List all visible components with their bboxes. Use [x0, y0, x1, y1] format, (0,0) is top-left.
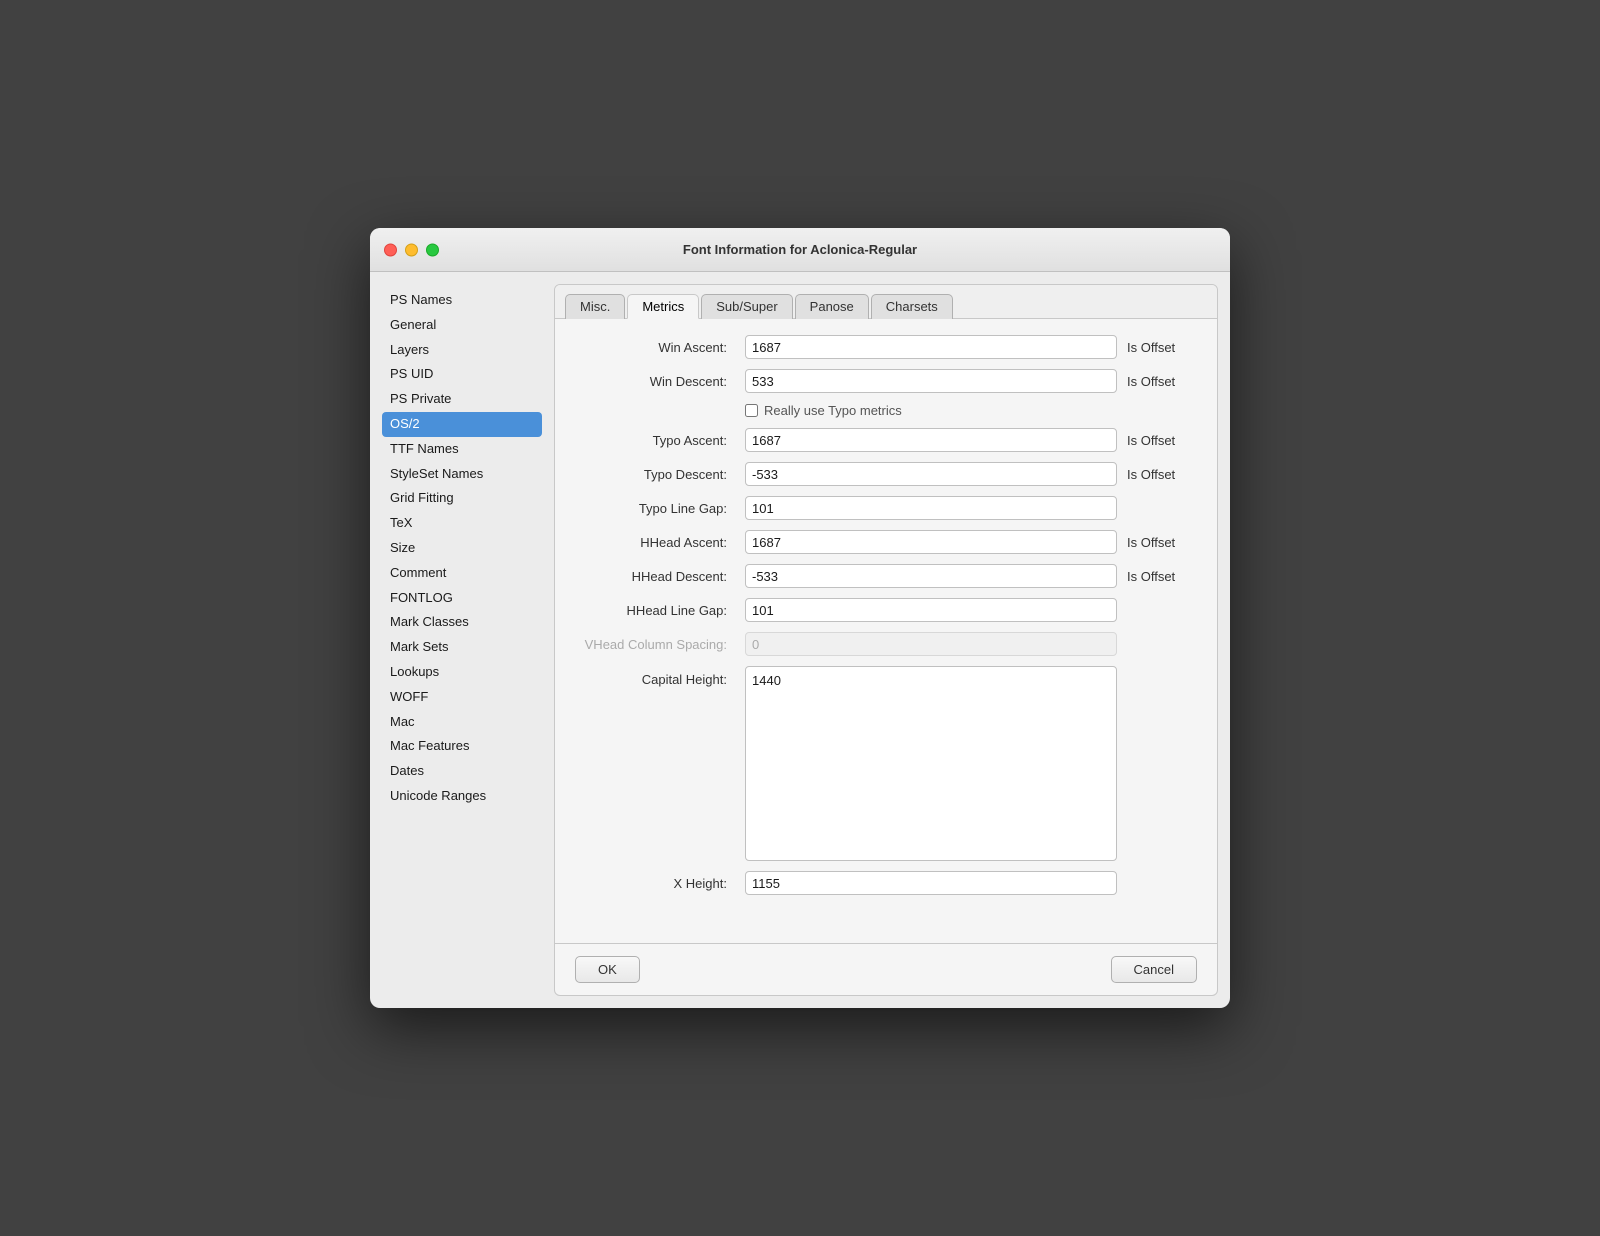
- sidebar-item-ps-private[interactable]: PS Private: [382, 387, 542, 412]
- sidebar-item-size[interactable]: Size: [382, 536, 542, 561]
- vhead-col-spacing-input[interactable]: [745, 632, 1117, 656]
- tab-subsuper[interactable]: Sub/Super: [701, 294, 792, 319]
- really-use-typo-checkbox[interactable]: [745, 404, 758, 417]
- sidebar-item-general[interactable]: General: [382, 313, 542, 338]
- sidebar-item-unicode-ranges[interactable]: Unicode Ranges: [382, 784, 542, 809]
- content-area: Win Ascent: Is Offset Win Descent: Is Of…: [555, 319, 1217, 943]
- tab-misc[interactable]: Misc.: [565, 294, 625, 319]
- typo-ascent-row: Typo Ascent: Is Offset: [575, 428, 1197, 452]
- x-height-row: X Height:: [575, 871, 1197, 895]
- typo-line-gap-input[interactable]: [745, 496, 1117, 520]
- hhead-ascent-input[interactable]: [745, 530, 1117, 554]
- sidebar-item-grid-fitting[interactable]: Grid Fitting: [382, 486, 542, 511]
- sidebar-item-woff[interactable]: WOFF: [382, 685, 542, 710]
- hhead-line-gap-input[interactable]: [745, 598, 1117, 622]
- sidebar-item-tex[interactable]: TeX: [382, 511, 542, 536]
- sidebar-item-mac[interactable]: Mac: [382, 710, 542, 735]
- sidebar-item-styleset-names[interactable]: StyleSet Names: [382, 462, 542, 487]
- sidebar-item-mark-classes[interactable]: Mark Classes: [382, 610, 542, 635]
- sidebar-item-ttf-names[interactable]: TTF Names: [382, 437, 542, 462]
- sidebar: PS Names General Layers PS UID PS Privat…: [382, 284, 542, 996]
- hhead-ascent-offset: Is Offset: [1127, 535, 1197, 550]
- typo-descent-offset: Is Offset: [1127, 467, 1197, 482]
- win-ascent-input[interactable]: [745, 335, 1117, 359]
- win-descent-input[interactable]: [745, 369, 1117, 393]
- really-use-typo-label: Really use Typo metrics: [764, 403, 902, 418]
- hhead-ascent-row: HHead Ascent: Is Offset: [575, 530, 1197, 554]
- tab-panose[interactable]: Panose: [795, 294, 869, 319]
- typo-ascent-offset: Is Offset: [1127, 433, 1197, 448]
- minimize-button[interactable]: [405, 243, 418, 256]
- tab-charsets[interactable]: Charsets: [871, 294, 953, 319]
- hhead-descent-label: HHead Descent:: [575, 569, 735, 584]
- typo-descent-row: Typo Descent: Is Offset: [575, 462, 1197, 486]
- capital-height-textarea[interactable]: 1440: [745, 666, 1117, 861]
- sidebar-item-ps-names[interactable]: PS Names: [382, 288, 542, 313]
- window-body: PS Names General Layers PS UID PS Privat…: [370, 272, 1230, 1008]
- typo-line-gap-row: Typo Line Gap:: [575, 496, 1197, 520]
- capital-height-row: Capital Height: 1440: [575, 666, 1197, 861]
- sidebar-item-fontlog[interactable]: FONTLOG: [382, 586, 542, 611]
- window-controls: [384, 243, 439, 256]
- sidebar-item-ps-uid[interactable]: PS UID: [382, 362, 542, 387]
- tab-bar: Misc. Metrics Sub/Super Panose Charsets: [555, 285, 1217, 319]
- win-descent-offset: Is Offset: [1127, 374, 1197, 389]
- capital-height-label: Capital Height:: [575, 666, 735, 687]
- win-descent-label: Win Descent:: [575, 374, 735, 389]
- sidebar-item-layers[interactable]: Layers: [382, 338, 542, 363]
- x-height-label: X Height:: [575, 876, 735, 891]
- hhead-descent-row: HHead Descent: Is Offset: [575, 564, 1197, 588]
- win-ascent-row: Win Ascent: Is Offset: [575, 335, 1197, 359]
- hhead-line-gap-row: HHead Line Gap:: [575, 598, 1197, 622]
- typo-ascent-label: Typo Ascent:: [575, 433, 735, 448]
- tab-metrics[interactable]: Metrics: [627, 294, 699, 319]
- main-window: Font Information for Aclonica-Regular PS…: [370, 228, 1230, 1008]
- win-descent-row: Win Descent: Is Offset: [575, 369, 1197, 393]
- main-panel: Misc. Metrics Sub/Super Panose Charsets …: [554, 284, 1218, 996]
- hhead-descent-offset: Is Offset: [1127, 569, 1197, 584]
- hhead-ascent-label: HHead Ascent:: [575, 535, 735, 550]
- sidebar-item-comment[interactable]: Comment: [382, 561, 542, 586]
- maximize-button[interactable]: [426, 243, 439, 256]
- hhead-line-gap-label: HHead Line Gap:: [575, 603, 735, 618]
- sidebar-item-lookups[interactable]: Lookups: [382, 660, 542, 685]
- cancel-button[interactable]: Cancel: [1111, 956, 1197, 983]
- window-title: Font Information for Aclonica-Regular: [683, 242, 917, 257]
- really-use-typo-row: Really use Typo metrics: [575, 403, 1197, 418]
- typo-line-gap-label: Typo Line Gap:: [575, 501, 735, 516]
- win-ascent-label: Win Ascent:: [575, 340, 735, 355]
- footer: OK Cancel: [555, 943, 1217, 995]
- vhead-col-spacing-label: VHead Column Spacing:: [575, 637, 735, 652]
- vhead-col-spacing-row: VHead Column Spacing:: [575, 632, 1197, 656]
- x-height-input[interactable]: [745, 871, 1117, 895]
- ok-button[interactable]: OK: [575, 956, 640, 983]
- hhead-descent-input[interactable]: [745, 564, 1117, 588]
- typo-descent-input[interactable]: [745, 462, 1117, 486]
- typo-ascent-input[interactable]: [745, 428, 1117, 452]
- titlebar: Font Information for Aclonica-Regular: [370, 228, 1230, 272]
- sidebar-item-dates[interactable]: Dates: [382, 759, 542, 784]
- sidebar-item-mark-sets[interactable]: Mark Sets: [382, 635, 542, 660]
- sidebar-item-os2[interactable]: OS/2: [382, 412, 542, 437]
- win-ascent-offset: Is Offset: [1127, 340, 1197, 355]
- close-button[interactable]: [384, 243, 397, 256]
- typo-descent-label: Typo Descent:: [575, 467, 735, 482]
- sidebar-item-mac-features[interactable]: Mac Features: [382, 734, 542, 759]
